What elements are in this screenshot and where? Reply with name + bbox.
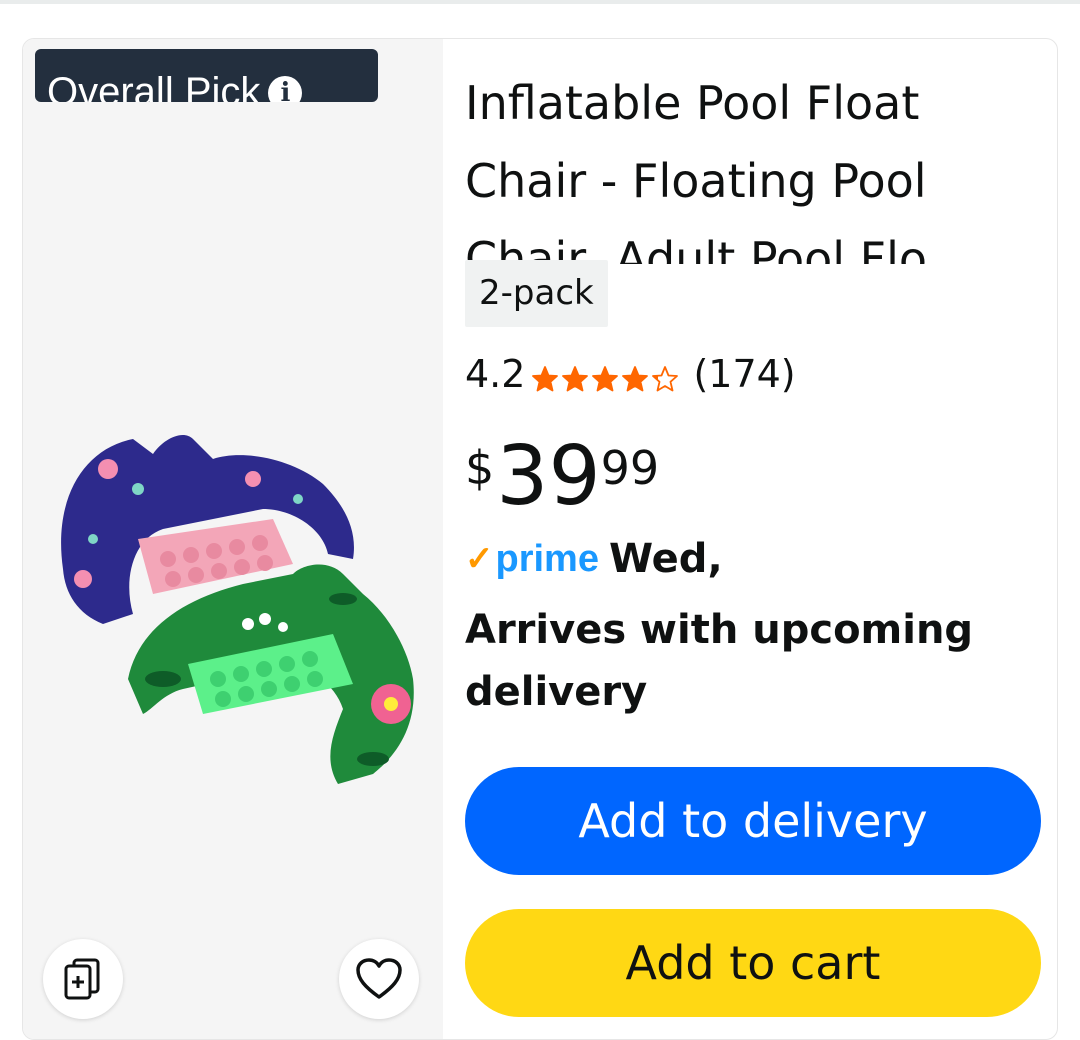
overall-pick-badge[interactable]: Overall Pick i [35, 49, 378, 102]
star-icon [562, 366, 589, 392]
compare-add-button[interactable] [43, 939, 123, 1019]
info-icon[interactable]: i [268, 76, 303, 102]
rating-row[interactable]: 4.2 (174) [465, 344, 796, 404]
product-info-pane: Inflatable Pool Float Chair - Floating P… [443, 39, 1057, 1039]
price-fraction: 99 [600, 441, 660, 495]
delivery-day: Wed, [608, 536, 723, 582]
add-to-delivery-button[interactable]: Add to delivery [465, 767, 1041, 875]
prime-logo: ✓ prime [465, 538, 599, 581]
heart-icon [356, 958, 402, 999]
product-image[interactable] [43, 379, 433, 799]
prime-check-icon: ✓ [465, 540, 494, 578]
star-rating [531, 365, 681, 393]
green-float-illustration [128, 564, 414, 784]
add-to-cart-button[interactable]: Add to cart [465, 909, 1041, 1017]
pack-size-chip: 2-pack [465, 260, 608, 327]
price-whole: 39 [496, 429, 601, 524]
star-icon [652, 366, 679, 392]
delivery-note: Arrives with upcoming delivery [465, 607, 974, 715]
badge-label: Overall Pick [47, 70, 261, 102]
price: $ 39 99 [465, 427, 659, 527]
product-card[interactable]: Overall Pick i Inflatable Pool Float Cha… [22, 38, 1058, 1040]
star-icon [622, 366, 649, 392]
price-symbol: $ [465, 441, 495, 495]
top-divider [0, 0, 1080, 4]
product-title[interactable]: Inflatable Pool Float Chair - Floating P… [465, 64, 1025, 264]
review-count[interactable]: (174) [693, 352, 795, 396]
wishlist-button[interactable] [339, 939, 419, 1019]
prime-label: prime [495, 537, 599, 580]
product-image-pane[interactable]: Overall Pick i [23, 39, 443, 1039]
compare-add-icon [64, 958, 100, 1000]
prime-delivery-row: ✓ prime Wed, [465, 529, 723, 589]
star-icon [592, 366, 619, 392]
rating-value: 4.2 [465, 352, 526, 396]
product-title-container[interactable]: Inflatable Pool Float Chair - Floating P… [465, 64, 1025, 264]
star-icon [532, 366, 559, 392]
